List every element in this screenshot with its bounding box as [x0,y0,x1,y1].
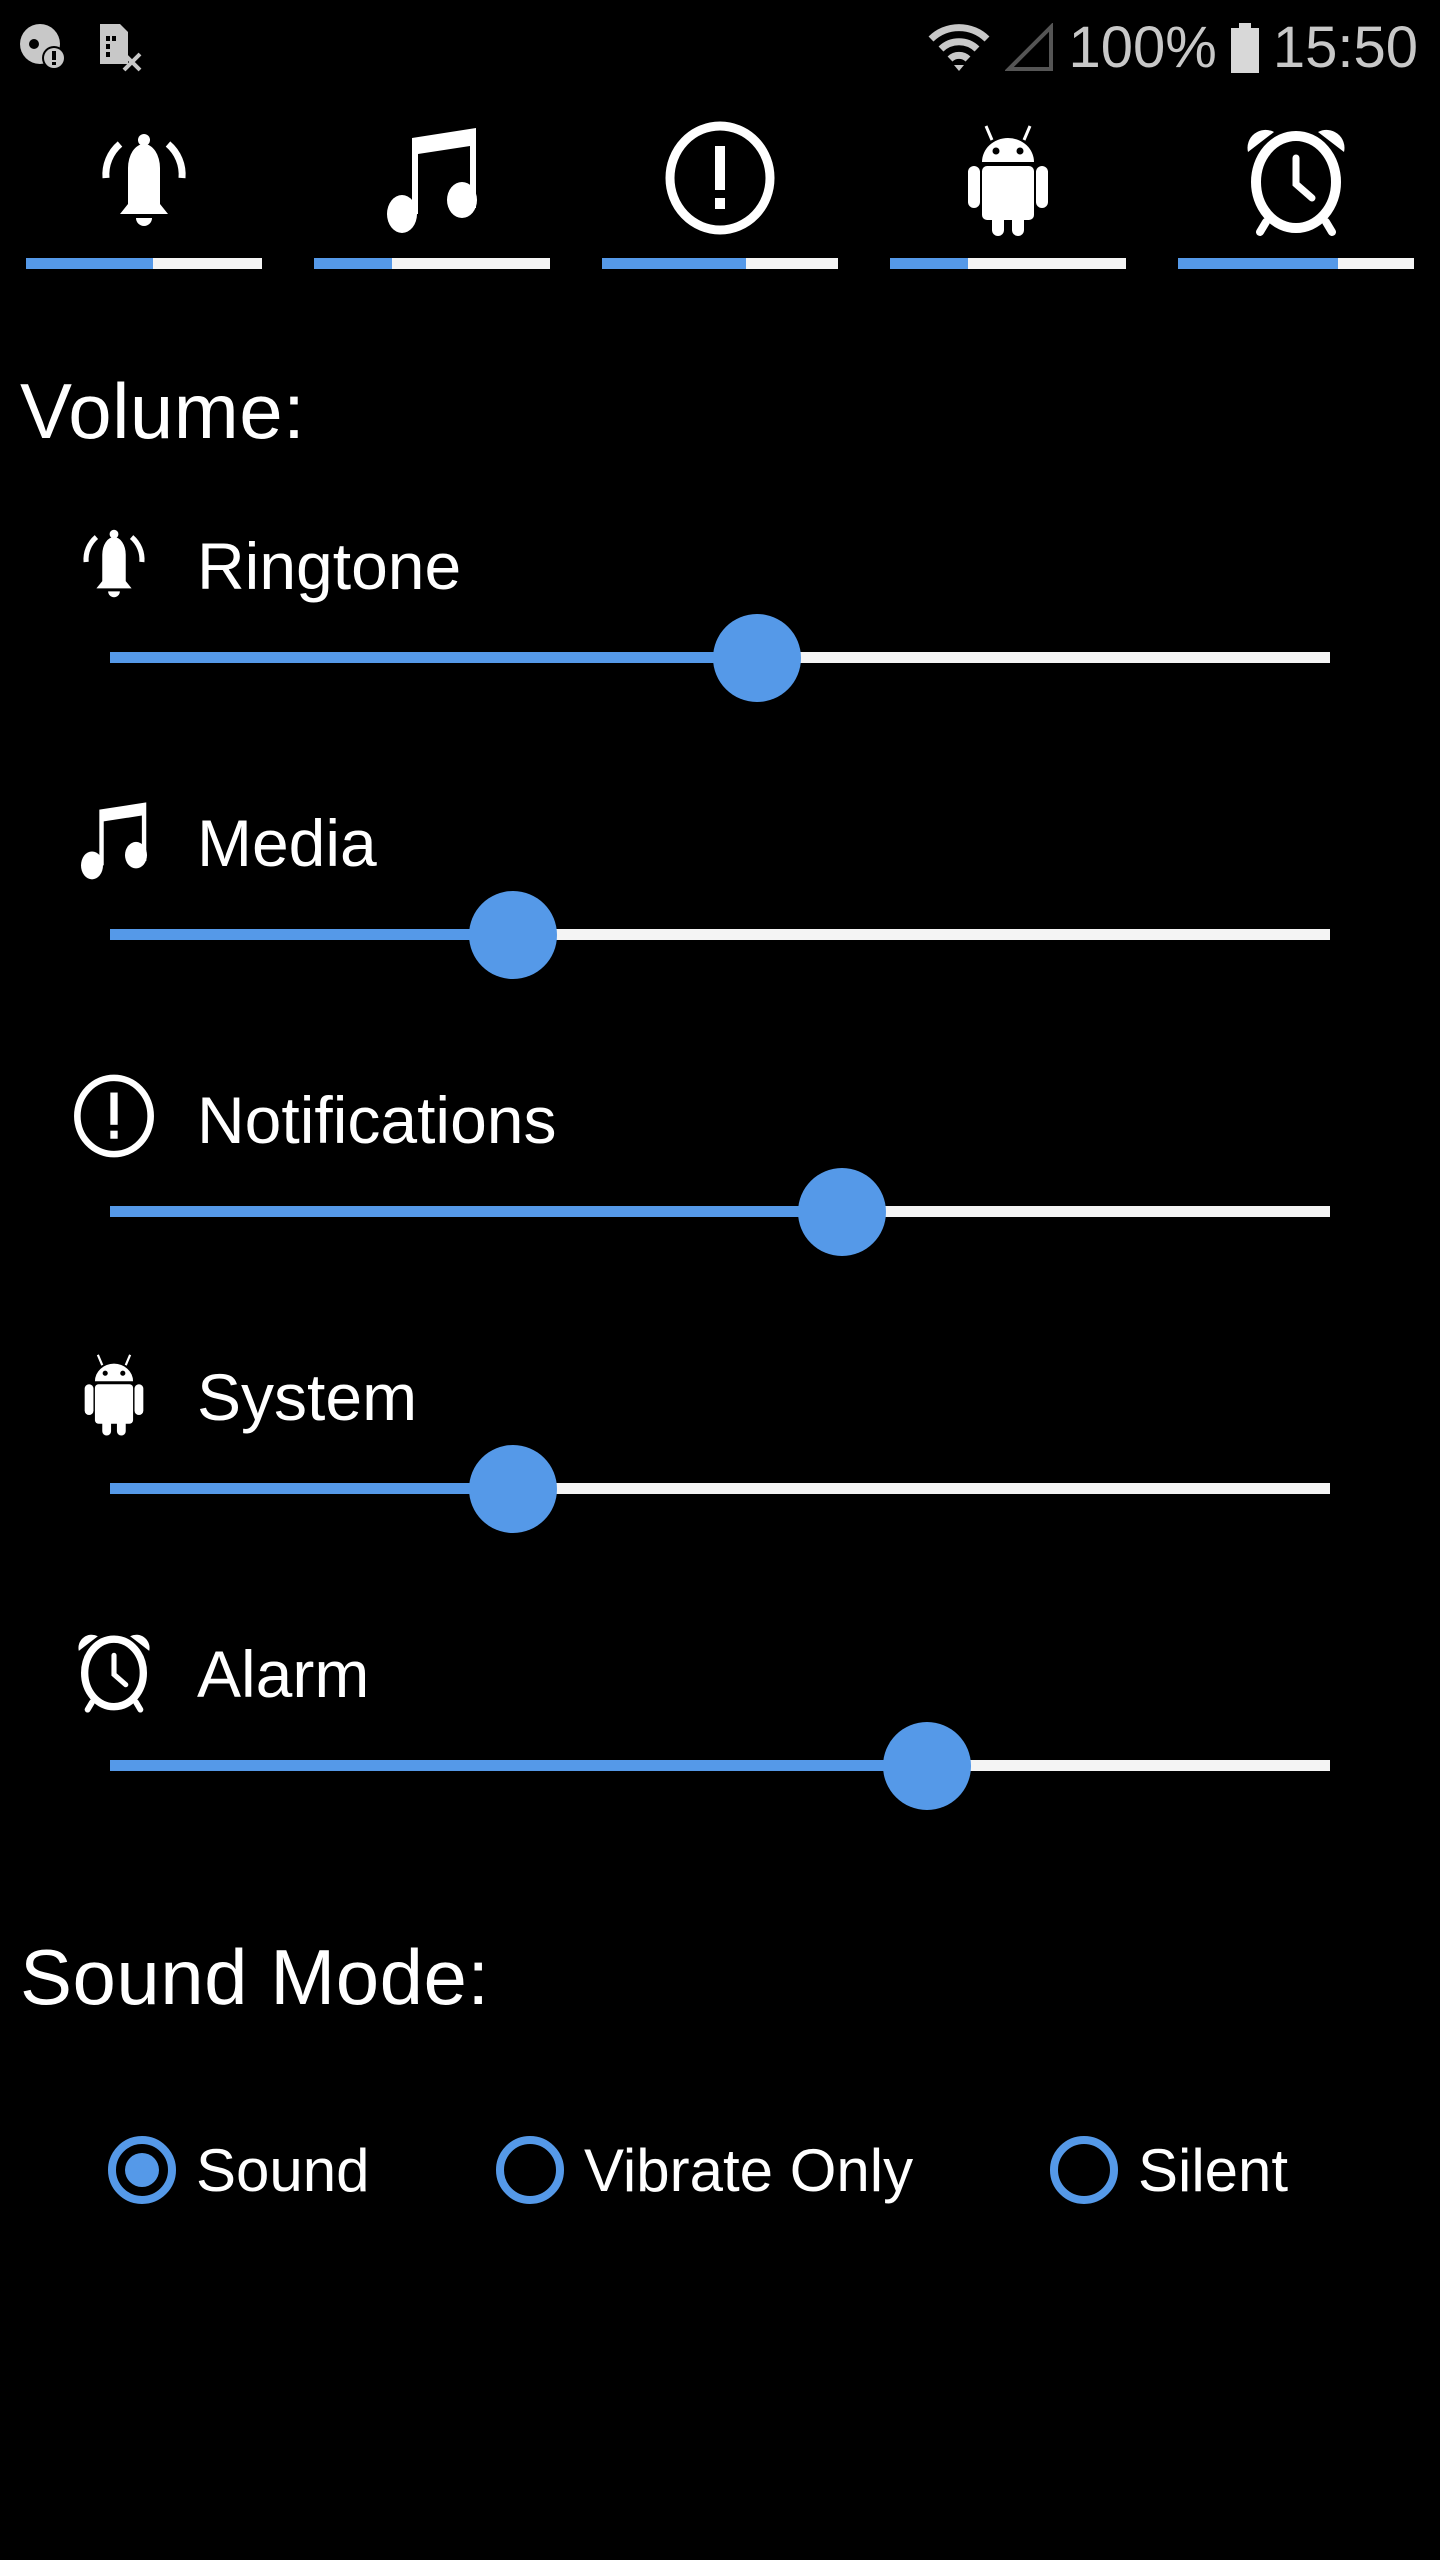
slider-thumb[interactable] [468,891,557,979]
no-sim-icon [98,22,144,72]
tab-level-fill [890,258,968,269]
slider-fill [110,1206,842,1217]
sound-mode-silent[interactable]: Silent [1050,2120,1288,2220]
battery-percent: 100% [1068,15,1217,80]
tab-level-bar [26,258,262,269]
sound-mode-sound[interactable]: Sound [108,2120,370,2220]
alert-circle-icon [70,1072,158,1160]
slider-fill [110,652,757,663]
clock: 15:50 [1272,15,1418,80]
tab-level-bar [890,258,1126,269]
tab-level-fill [26,258,154,269]
volume-label: Ringtone [197,529,462,603]
tab-level-bar [1178,258,1414,269]
alarm-volume-slider[interactable] [110,1720,1330,1810]
tab-level-bar [602,258,838,269]
sound-mode-radio-group: Sound Vibrate Only Silent [0,2120,1440,2220]
status-left-icons [18,22,144,72]
music-note-icon [372,118,492,238]
tab-level-fill [602,258,746,269]
ringtone-volume-slider[interactable] [110,612,1330,702]
alert-circle-icon [660,118,780,238]
tab-level-fill [1178,258,1339,269]
volume-label: System [197,1360,418,1434]
tab-alarm[interactable] [1178,110,1414,280]
radio-label: Sound [196,2136,370,2204]
tab-system[interactable] [890,110,1126,280]
slider-fill [110,1760,928,1771]
tab-level-bar [314,258,550,269]
media-volume-slider[interactable] [110,889,1330,979]
battery-icon [1230,22,1259,73]
wifi-icon [927,21,991,75]
slider-thumb[interactable] [468,1445,557,1533]
radio-label: Silent [1138,2136,1289,2204]
sound-mode-vibrate[interactable]: Vibrate Only [496,2120,913,2220]
android-icon [948,118,1068,238]
bell-ringing-icon [84,118,204,238]
status-bar: 100% 15:50 [0,0,1440,100]
volume-row-media: Media [0,795,1440,1072]
slider-thumb[interactable] [883,1722,972,1810]
android-icon [70,1349,158,1437]
slider-fill [110,929,513,940]
slider-thumb[interactable] [712,614,801,702]
slider-fill [110,1483,513,1494]
alarm-clock-icon [1236,118,1356,238]
status-right: 100% 15:50 [927,14,1418,81]
radio-button[interactable] [496,2136,564,2204]
volume-row-notifications: Notifications [0,1072,1440,1349]
radio-selected-dot [125,2153,159,2187]
system-volume-slider[interactable] [110,1443,1330,1533]
tab-notifications[interactable] [602,110,838,280]
sd-card-warning-icon [18,22,68,72]
radio-label: Vibrate Only [584,2136,914,2204]
tab-ringtone[interactable] [26,110,262,280]
tab-media[interactable] [314,110,550,280]
notifications-volume-slider[interactable] [110,1166,1330,1256]
radio-button[interactable] [108,2136,176,2204]
volume-row-ringtone: Ringtone [0,518,1440,795]
music-note-icon [70,795,158,883]
volume-row-system: System [0,1349,1440,1626]
slider-thumb[interactable] [798,1168,886,1256]
volume-label: Notifications [197,1083,557,1157]
radio-button[interactable] [1050,2136,1118,2204]
volume-label: Media [197,806,377,880]
volume-title: Volume: [20,367,306,455]
volume-row-alarm: Alarm [0,1626,1440,1903]
sound-mode-title: Sound Mode: [20,1933,490,2021]
stream-tabs [0,110,1440,280]
cell-signal-empty-icon [1004,22,1055,73]
alarm-clock-icon [70,1626,158,1714]
volume-label: Alarm [197,1637,370,1711]
tab-level-fill [314,258,392,269]
bell-ringing-icon [70,518,158,606]
